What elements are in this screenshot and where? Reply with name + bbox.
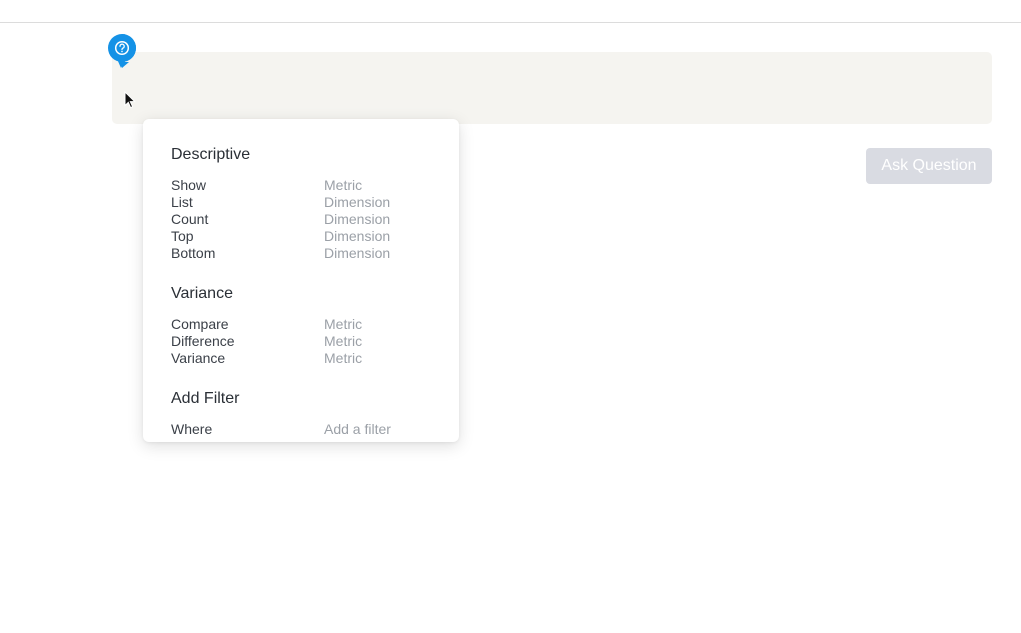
syntax-type: Add a filter <box>324 421 391 437</box>
syntax-help-content: Descriptive Show Metric List Dimension C… <box>171 145 441 442</box>
syntax-type: Dimension <box>324 194 391 210</box>
syntax-type: Dimension <box>324 228 391 244</box>
ask-question-button[interactable]: Ask Question <box>866 148 992 184</box>
syntax-row-bottom[interactable]: Bottom Dimension <box>171 245 441 262</box>
syntax-type: Metric <box>324 177 363 193</box>
section-variance: Variance Compare Metric Difference Metri… <box>171 284 441 367</box>
section-add-filter: Add Filter Where Add a filter <box>171 389 441 438</box>
syntax-type: Metric <box>324 316 363 332</box>
syntax-keyword: Where <box>171 421 213 437</box>
syntax-type: Metric <box>324 333 363 349</box>
syntax-type: Dimension <box>324 245 391 261</box>
syntax-type: Metric <box>324 350 363 366</box>
syntax-row-compare[interactable]: Compare Metric <box>171 316 441 333</box>
syntax-keyword: Compare <box>171 316 229 332</box>
mouse-pointer-icon <box>124 91 136 109</box>
question-input-bar[interactable] <box>112 52 992 124</box>
syntax-row-list[interactable]: List Dimension <box>171 194 441 211</box>
syntax-keyword: Bottom <box>171 245 216 261</box>
syntax-row-variance[interactable]: Variance Metric <box>171 350 441 367</box>
syntax-keyword: Top <box>171 228 194 244</box>
syntax-keyword: Difference <box>171 333 235 349</box>
syntax-row-where[interactable]: Where Add a filter <box>171 421 441 438</box>
syntax-row-count[interactable]: Count Dimension <box>171 211 441 228</box>
syntax-type: Dimension <box>324 211 391 227</box>
question-speech-bubble-icon[interactable] <box>107 33 137 69</box>
syntax-row-show[interactable]: Show Metric <box>171 177 441 194</box>
syntax-keyword: Show <box>171 177 207 193</box>
page: Ask Question Descriptive Show Metric Lis… <box>0 0 1021 633</box>
section-descriptive: Descriptive Show Metric List Dimension C… <box>171 145 441 262</box>
section-title: Add Filter <box>171 390 240 407</box>
syntax-help-popup: Descriptive Show Metric List Dimension C… <box>143 119 459 442</box>
syntax-row-difference[interactable]: Difference Metric <box>171 333 441 350</box>
section-title: Descriptive <box>171 146 251 163</box>
top-divider <box>0 22 1021 23</box>
syntax-row-top[interactable]: Top Dimension <box>171 228 441 245</box>
syntax-keyword: Count <box>171 211 209 227</box>
syntax-keyword: List <box>171 194 193 210</box>
section-title: Variance <box>171 285 233 302</box>
syntax-keyword: Variance <box>171 350 226 366</box>
